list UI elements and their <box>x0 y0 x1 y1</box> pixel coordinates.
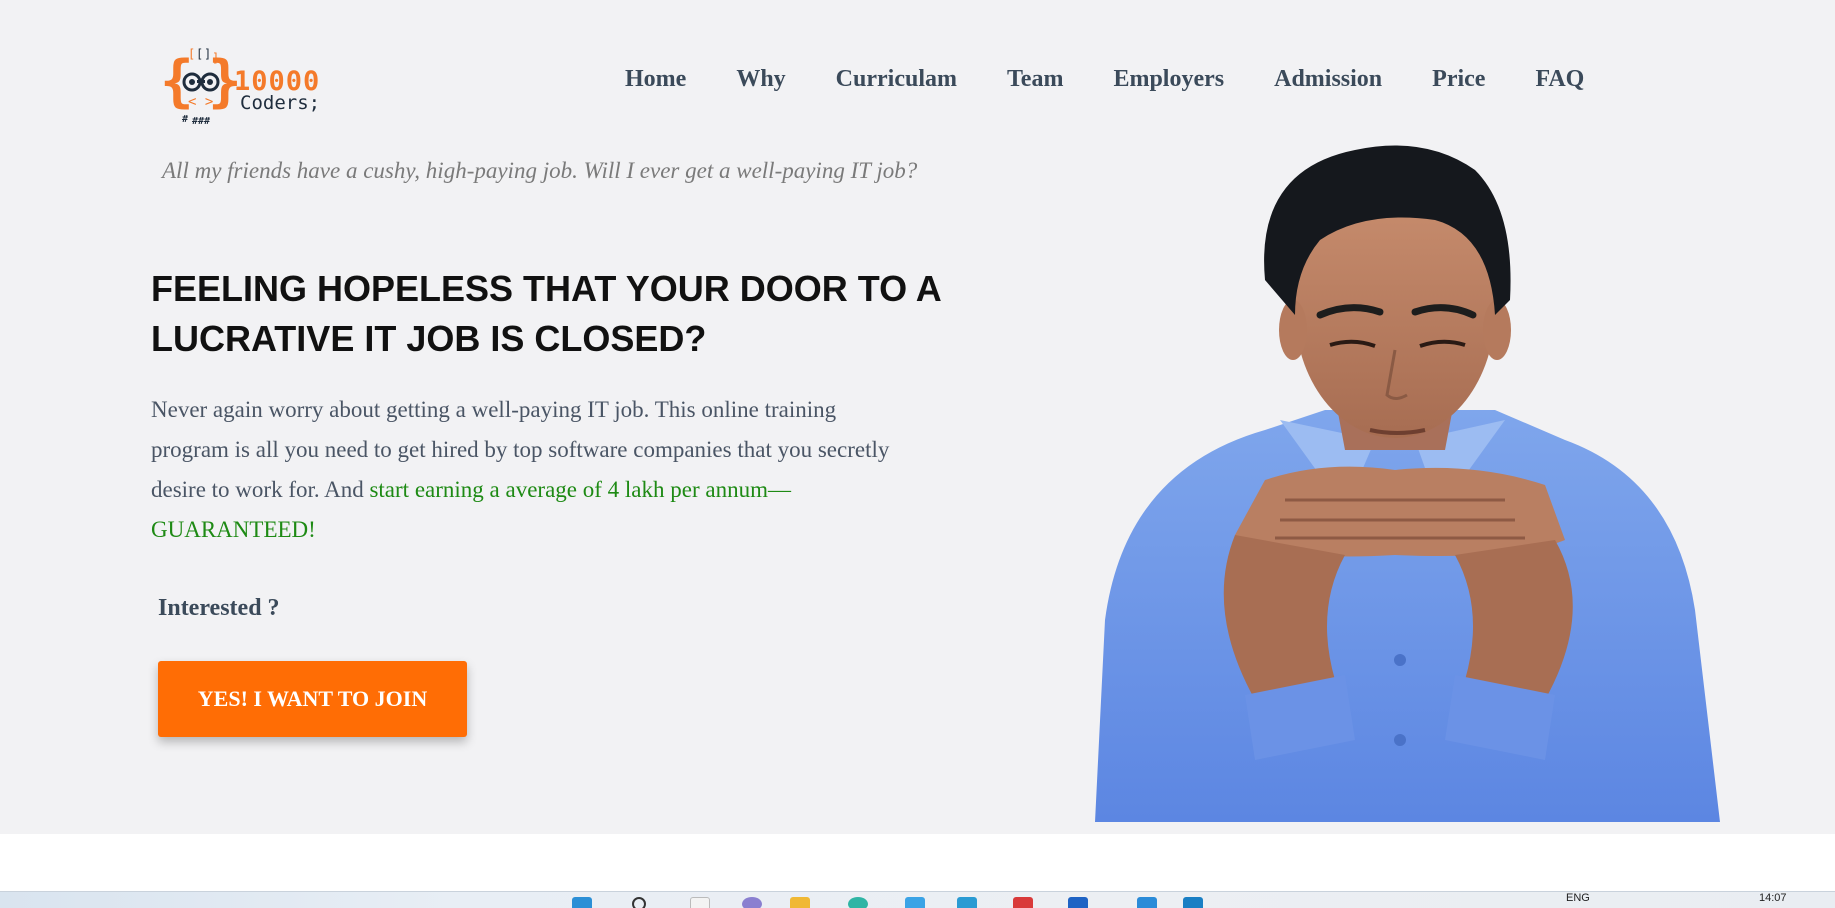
svg-text:[: [ <box>196 48 203 61</box>
page-bottom-strip <box>0 834 1835 891</box>
word-icon[interactable] <box>1068 897 1088 908</box>
hero-body: Never again worry about getting a well-p… <box>151 390 911 550</box>
main-nav: Home Why Curriculam Team Employers Admis… <box>625 66 1584 93</box>
mail-icon[interactable] <box>1013 897 1033 908</box>
nav-employers[interactable]: Employers <box>1113 66 1224 93</box>
svg-text:###: ### <box>192 116 210 126</box>
svg-text:#: # <box>182 114 188 125</box>
os-taskbar: ENG 14:07 <box>0 891 1835 908</box>
brand-logo[interactable]: { } [ [ ] ] < > # ### 10000 Coders; <box>160 47 340 127</box>
interested-label: Interested ? <box>158 595 280 621</box>
language-indicator[interactable]: ENG <box>1566 892 1590 904</box>
search-icon[interactable] <box>632 897 646 908</box>
edge-icon[interactable] <box>848 897 868 908</box>
nav-why[interactable]: Why <box>736 66 785 93</box>
svg-text:]: ] <box>212 51 219 65</box>
calculator-icon[interactable] <box>1183 897 1203 908</box>
nav-team[interactable]: Team <box>1007 66 1063 93</box>
hero-headline: FEELING HOPELESS THAT YOUR DOOR TO A LUC… <box>151 268 941 359</box>
app-icon[interactable] <box>957 897 977 908</box>
store-icon[interactable] <box>905 897 925 908</box>
nav-faq[interactable]: FAQ <box>1535 66 1584 93</box>
svg-text:[: [ <box>188 48 195 61</box>
svg-text:< >: < > <box>188 94 213 110</box>
file-explorer-icon[interactable] <box>790 897 810 908</box>
nav-curriculam[interactable]: Curriculam <box>836 66 957 93</box>
clock[interactable]: 14:07 <box>1759 892 1787 904</box>
nav-admission[interactable]: Admission <box>1274 66 1382 93</box>
task-view-icon[interactable] <box>690 897 710 908</box>
hero-quote: All my friends have a cushy, high-paying… <box>162 158 918 183</box>
teams-icon[interactable] <box>742 897 762 908</box>
start-icon[interactable] <box>572 897 592 908</box>
nav-price[interactable]: Price <box>1432 66 1485 93</box>
landing-page: { } [ [ ] ] < > # ### 10000 Coders; Home… <box>0 0 1835 834</box>
join-button[interactable]: YES! I WANT TO JOIN <box>158 661 467 737</box>
svg-text:]: ] <box>204 48 211 61</box>
logo-text-coders: Coders; <box>240 92 321 114</box>
hero-person-image <box>1095 145 1720 822</box>
vscode-icon[interactable] <box>1137 897 1157 908</box>
nav-home[interactable]: Home <box>625 66 686 93</box>
